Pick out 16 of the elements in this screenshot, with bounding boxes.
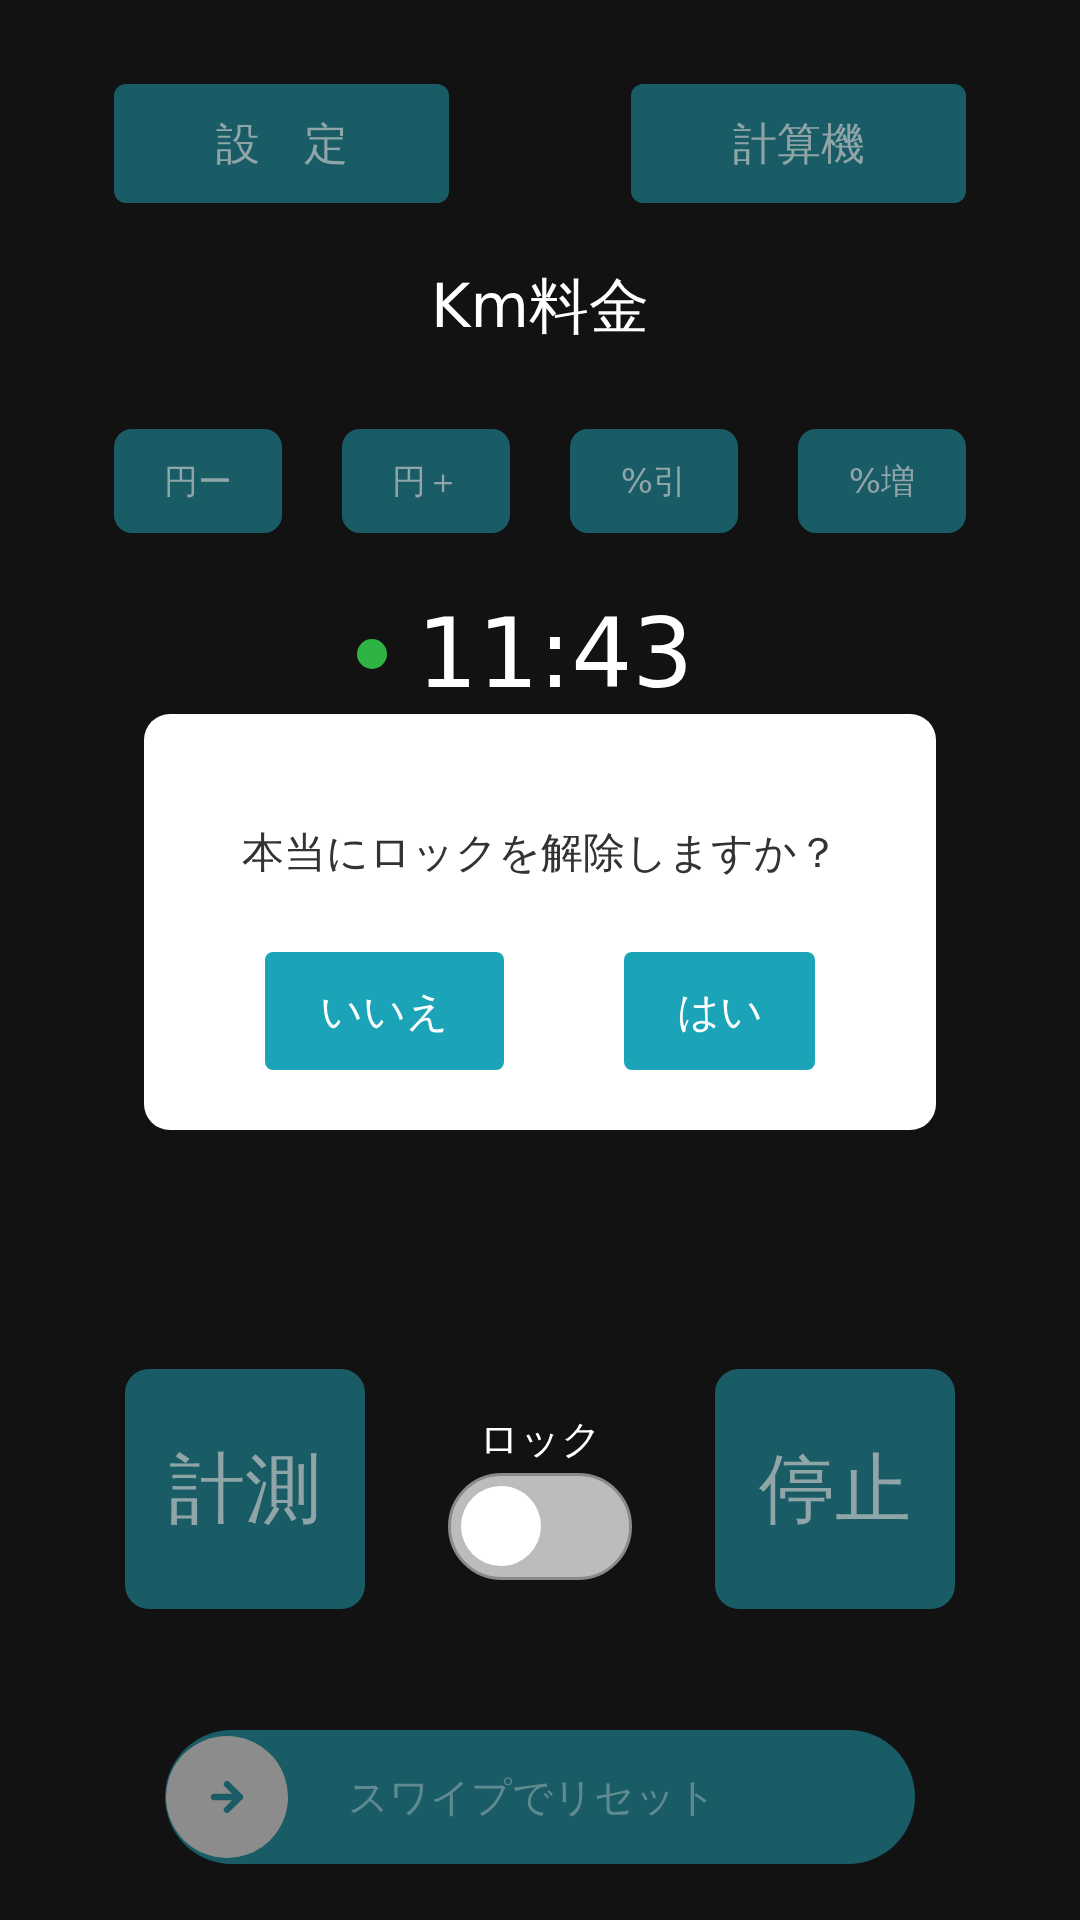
clock-time: 11:43 [416,606,694,702]
measure-button[interactable]: 計測 [125,1369,365,1609]
adjust-button[interactable]: 円ー [114,429,282,533]
adjust-button[interactable]: 円＋ [342,429,510,533]
dialog-button[interactable]: いいえ [265,952,504,1070]
lock-label: ロック [478,1418,602,1459]
menu-button[interactable]: 計算機 [631,84,966,203]
dialog-button[interactable]: はい [624,952,815,1070]
swipe-label: スワイプでリセット [348,1773,717,1822]
stop-button[interactable]: 停止 [715,1369,955,1609]
adjust-button[interactable]: %引 [570,429,738,533]
adjust-button[interactable]: %増 [798,429,966,533]
dialog-message: 本当にロックを解除しますか？ [241,832,839,874]
page-title: Km料金 [431,276,649,336]
swipe-reset-slider[interactable]: スワイプでリセット [165,1730,915,1864]
menu-button[interactable]: 設 定 [114,84,449,203]
